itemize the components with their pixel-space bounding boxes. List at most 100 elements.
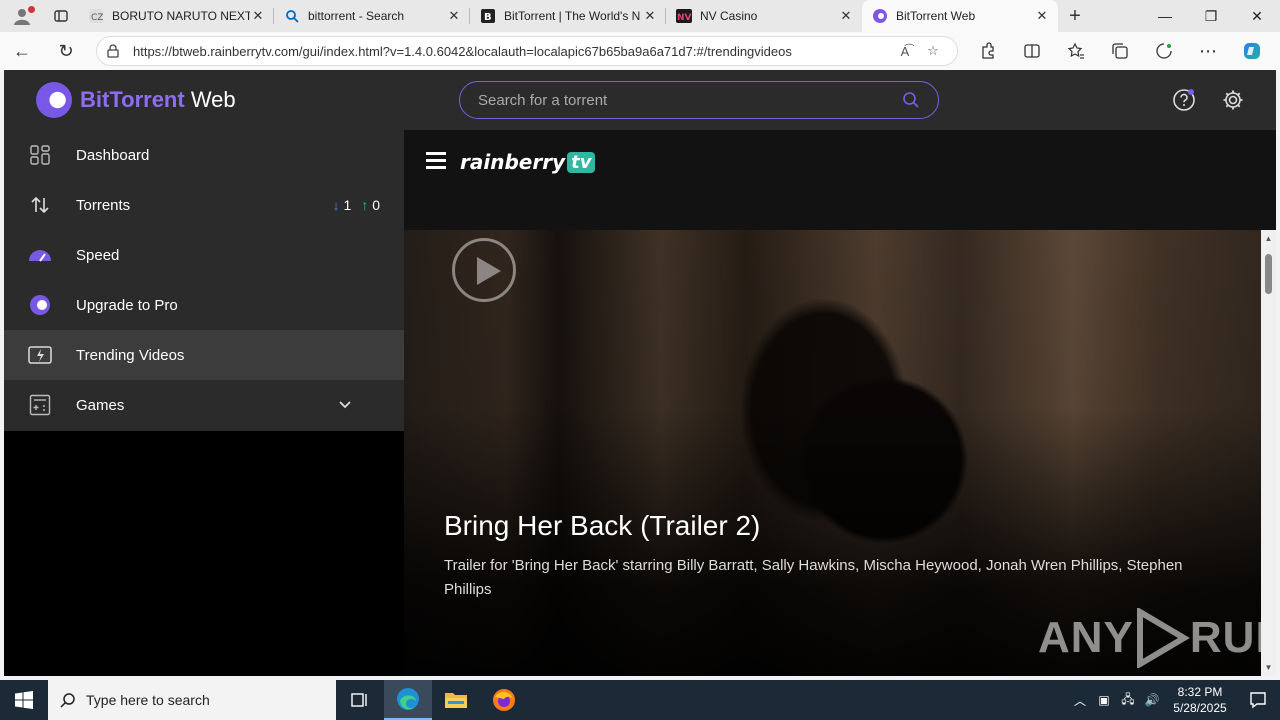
favorites-icon[interactable] <box>1054 32 1098 70</box>
network-icon[interactable]: 🖧 <box>1116 690 1140 711</box>
video-description: Trailer for 'Bring Her Back' starring Bi… <box>444 557 1183 598</box>
windows-logo-icon <box>15 691 33 709</box>
torrent-search-box <box>459 81 939 119</box>
video-title: Bring Her Back (Trailer 2) <box>444 510 761 541</box>
torrent-search-input[interactable] <box>478 91 902 109</box>
close-window-button[interactable]: ✕ <box>1234 0 1280 32</box>
sidebar-item-speed[interactable]: Speed <box>4 230 404 280</box>
lock-icon[interactable] <box>107 44 125 58</box>
sidebar-item-games[interactable]: Games <box>4 380 404 430</box>
anyrun-play-logo-icon <box>1136 608 1190 668</box>
app-header: BitTorrent Web <box>4 70 1276 130</box>
favorite-star-icon[interactable]: ☆ <box>919 43 947 59</box>
download-arrow-icon: ↓ <box>332 197 340 213</box>
search-icon <box>284 8 300 24</box>
start-button[interactable] <box>0 680 48 720</box>
more-menu-icon[interactable]: ⋯ <box>1186 32 1230 70</box>
volume-icon[interactable]: 🔊 <box>1140 693 1164 707</box>
featured-video[interactable]: Bring Her Back (Trailer 2) Trailer for '… <box>404 230 1261 676</box>
pro-icon <box>28 293 52 317</box>
close-tab-icon[interactable]: ✕ <box>642 8 658 24</box>
settings-gear-icon[interactable] <box>1219 86 1247 114</box>
restore-button[interactable]: ❐ <box>1188 0 1234 32</box>
close-tab-icon[interactable]: ✕ <box>446 8 462 24</box>
anyrun-watermark: ANY RUN <box>1038 608 1261 668</box>
scrollbar-thumb[interactable] <box>1265 254 1272 294</box>
play-icon[interactable] <box>452 238 516 302</box>
file-explorer-icon <box>445 693 467 708</box>
edge-icon <box>397 688 419 710</box>
close-tab-icon[interactable]: ✕ <box>250 8 266 24</box>
browser-tab[interactable]: CZ BORUTO NARUTO NEXT G ✕ <box>78 0 274 32</box>
trending-videos-icon <box>28 343 52 367</box>
tab-actions-button[interactable] <box>44 0 78 32</box>
rainberry-header: rainberry tv <box>404 130 1276 230</box>
sidebar: Dashboard Torrents ↓ 1 ↑ 0 Speed Upgrade… <box>4 130 404 431</box>
bittorrent-b-icon: B <box>480 8 496 24</box>
close-tab-icon[interactable]: ✕ <box>838 8 854 24</box>
address-bar-row: ← ↻ https://btweb.rainberrytv.com/gui/in… <box>0 32 1280 70</box>
read-aloud-icon[interactable]: A͡ <box>891 44 919 59</box>
sidebar-item-torrents[interactable]: Torrents ↓ 1 ↑ 0 <box>4 180 404 230</box>
search-icon[interactable] <box>902 91 920 109</box>
system-tray: ︿ ▣ 🖧 🔊 8:32 PM 5/28/2025 <box>1068 680 1280 720</box>
task-view-button[interactable] <box>336 680 384 720</box>
scroll-down-icon: ▼ <box>1264 663 1273 672</box>
help-icon[interactable] <box>1170 86 1198 114</box>
firefox-icon <box>493 689 515 711</box>
back-button[interactable]: ← <box>0 32 44 70</box>
bittorrent-logo-icon <box>36 82 72 118</box>
minimize-button[interactable]: — <box>1142 0 1188 32</box>
task-view-icon <box>351 693 367 707</box>
bittorrent-web-logo[interactable]: BitTorrent Web <box>36 82 236 118</box>
hamburger-menu-icon[interactable] <box>426 152 446 172</box>
bittorrent-web-app: BitTorrent Web Dashboard Torrents ↓ 1 ↑ … <box>4 70 1276 676</box>
address-bar[interactable]: https://btweb.rainberrytv.com/gui/index.… <box>96 36 958 66</box>
speed-icon <box>28 243 52 267</box>
vertical-scrollbar[interactable]: ▲ ▼ <box>1261 230 1276 676</box>
copilot-icon[interactable] <box>1230 32 1274 70</box>
torrent-counts: ↓ 1 ↑ 0 <box>333 197 380 213</box>
taskbar-edge[interactable] <box>384 680 432 720</box>
chevron-down-icon[interactable] <box>338 397 352 414</box>
upload-count: ↑ 0 <box>361 197 380 213</box>
taskbar-search[interactable]: Type here to search <box>48 680 336 720</box>
scroll-up-icon: ▲ <box>1264 234 1273 243</box>
tray-device-icon[interactable]: ▣ <box>1092 693 1116 707</box>
notification-center-icon[interactable] <box>1236 691 1280 709</box>
browser-tab[interactable]: NV NV Casino ✕ <box>666 0 862 32</box>
sidebar-item-trending-videos[interactable]: Trending Videos <box>4 330 404 380</box>
upload-arrow-icon: ↑ <box>361 197 369 213</box>
taskbar-firefox[interactable] <box>480 680 528 720</box>
taskbar-clock[interactable]: 8:32 PM 5/28/2025 <box>1164 684 1236 716</box>
search-icon <box>60 693 75 708</box>
sidebar-item-upgrade-to-pro[interactable]: Upgrade to Pro <box>4 280 404 330</box>
url-text[interactable]: https://btweb.rainberrytv.com/gui/index.… <box>133 44 891 59</box>
taskbar-file-explorer[interactable] <box>432 680 480 720</box>
browser-essentials-icon[interactable] <box>1142 32 1186 70</box>
collections-icon[interactable] <box>1098 32 1142 70</box>
bittorrent-web-icon <box>872 8 888 24</box>
profile-button[interactable] <box>0 0 44 32</box>
tray-overflow-chevron-icon[interactable]: ︿ <box>1068 692 1092 709</box>
browser-tab-strip: CZ BORUTO NARUTO NEXT G ✕ bittorrent - S… <box>0 0 1280 32</box>
svg-text:CZ: CZ <box>91 13 103 23</box>
tab-actions-icon <box>54 10 68 22</box>
browser-tab-active[interactable]: BitTorrent Web ✕ <box>862 0 1058 32</box>
svg-text:NV: NV <box>677 13 692 23</box>
split-screen-icon[interactable] <box>1010 32 1054 70</box>
dashboard-icon <box>28 143 52 167</box>
sidebar-item-dashboard[interactable]: Dashboard <box>4 130 404 180</box>
extensions-icon[interactable] <box>966 32 1010 70</box>
rainberry-tv-logo[interactable]: rainberry tv <box>460 150 596 174</box>
nv-casino-icon: NV <box>676 8 692 24</box>
new-tab-button[interactable]: + <box>1058 5 1092 28</box>
browser-tab[interactable]: bittorrent - Search ✕ <box>274 0 470 32</box>
games-icon <box>28 393 52 417</box>
close-tab-icon[interactable]: ✕ <box>1034 8 1050 24</box>
window-controls: — ❐ ✕ <box>1142 0 1280 32</box>
refresh-button[interactable]: ↻ <box>44 32 88 70</box>
browser-tab[interactable]: B BitTorrent | The World's N ✕ <box>470 0 666 32</box>
crunchyroll-icon: CZ <box>88 8 104 24</box>
svg-text:B: B <box>484 12 492 23</box>
